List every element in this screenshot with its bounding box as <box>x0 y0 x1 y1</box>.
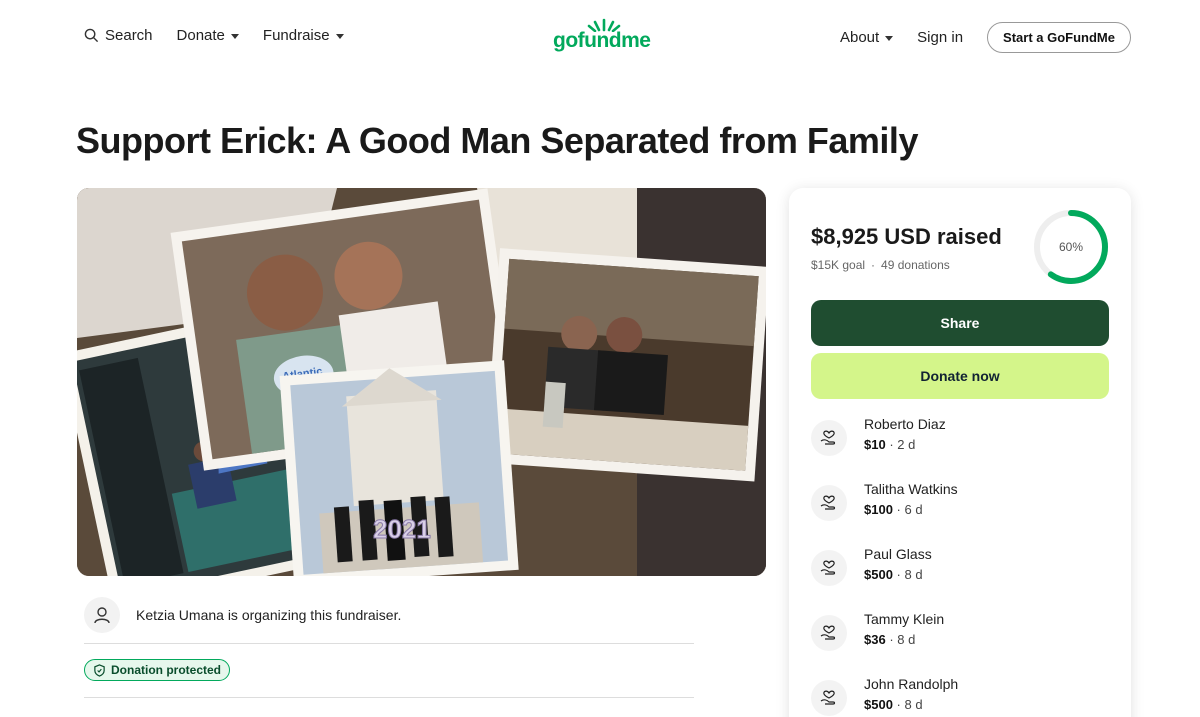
protection-row: Donation protected <box>84 648 694 698</box>
fundraiser-photo[interactable]: Atlantic 2021 <box>77 188 766 576</box>
about-menu[interactable]: About <box>839 29 894 46</box>
signin-label: Sign in <box>917 29 964 46</box>
donor-item: Tammy Klein $36 · 8 d <box>811 609 1111 659</box>
gofundme-logo[interactable]: gofundme <box>553 18 657 56</box>
photo-collage: Atlantic 2021 <box>77 188 766 576</box>
chevron-down-icon <box>230 34 239 39</box>
about-menu-label: About <box>839 29 880 46</box>
donor-meta: $100 · 6 d <box>864 502 923 517</box>
donor-time: 6 d <box>904 502 923 517</box>
donation-hand-icon <box>811 680 847 716</box>
site-header: Search Donate Fundraise gofundme About S… <box>0 0 1200 74</box>
signin-link[interactable]: Sign in <box>917 29 963 46</box>
share-button[interactable]: Share <box>811 300 1109 346</box>
shield-icon <box>94 663 105 677</box>
donor-name: John Randolph <box>864 676 959 692</box>
donor-amount: $10 <box>864 437 886 452</box>
donor-item: John Randolph $500 · 8 d <box>811 674 1111 717</box>
organizer-text: Ketzia Umana is organizing this fundrais… <box>136 606 402 623</box>
search-icon <box>84 28 99 43</box>
search-link[interactable]: Search <box>84 27 153 44</box>
fundraise-menu[interactable]: Fundraise <box>263 27 344 44</box>
chevron-down-icon <box>335 34 344 39</box>
progress-percent: 60% <box>1058 240 1084 254</box>
chevron-down-icon <box>885 36 894 41</box>
donor-amount: $500 <box>864 697 893 712</box>
donation-protected-badge[interactable]: Donation protected <box>84 659 230 681</box>
year-balloon-text: 2021 <box>373 514 431 544</box>
donor-meta: $10 · 2 d <box>864 437 916 452</box>
donation-protected-label: Donation protected <box>111 663 221 677</box>
donor-time: 8 d <box>897 632 916 647</box>
donation-hand-icon <box>811 420 847 456</box>
donate-menu-label: Donate <box>176 27 225 44</box>
goal-amount: $15K goal <box>811 258 866 272</box>
avatar <box>84 596 120 633</box>
donation-panel: $8,925 USD raised $15K goal · 49 donations… <box>789 188 1131 717</box>
donation-count: 49 donations <box>881 258 950 272</box>
goal-line: $15K goal · 49 donations <box>811 258 950 272</box>
donor-amount: $100 <box>864 502 893 517</box>
donor-name: Tammy Klein <box>864 611 945 627</box>
donor-time: 8 d <box>904 697 923 712</box>
donation-hand-icon <box>811 485 847 521</box>
donate-now-button[interactable]: Donate now <box>811 353 1109 399</box>
donation-hand-icon <box>811 615 847 651</box>
donate-menu[interactable]: Donate <box>177 27 239 44</box>
donor-meta: $500 · 8 d <box>864 567 923 582</box>
donor-amount: $500 <box>864 567 893 582</box>
donor-time: 2 d <box>897 437 916 452</box>
donor-time: 8 d <box>904 567 923 582</box>
search-label: Search <box>105 27 153 44</box>
nav-right: About Sign in Start a GoFundMe <box>840 22 1131 53</box>
donor-item: Talitha Watkins $100 · 6 d <box>811 479 1111 529</box>
donor-item: Paul Glass $500 · 8 d <box>811 544 1111 594</box>
donor-meta: $36 · 8 d <box>864 632 916 647</box>
separator-dot: · <box>871 258 876 272</box>
donor-name: Roberto Diaz <box>864 416 946 432</box>
donor-meta: $500 · 8 d <box>864 697 923 712</box>
organizer-row: Ketzia Umana is organizing this fundrais… <box>84 592 694 644</box>
donor-item: Roberto Diaz $10 · 2 d <box>811 414 1111 464</box>
share-label: Share <box>940 315 980 331</box>
donate-now-label: Donate now <box>920 368 1000 384</box>
donor-name: Talitha Watkins <box>864 481 958 497</box>
amount-raised: $8,925 USD raised <box>811 224 1002 249</box>
fundraise-menu-label: Fundraise <box>262 27 330 44</box>
nav-left: Search Donate Fundraise <box>84 27 344 44</box>
page-title: Support Erick: A Good Man Separated from… <box>76 120 918 161</box>
donor-name: Paul Glass <box>864 546 932 562</box>
donor-amount: $36 <box>864 632 886 647</box>
start-gofundme-button[interactable]: Start a GoFundMe <box>987 22 1131 53</box>
logo-text: gofundme <box>553 29 651 52</box>
donation-hand-icon <box>811 550 847 586</box>
start-gofundme-label: Start a GoFundMe <box>1003 30 1115 45</box>
person-icon <box>94 606 110 623</box>
